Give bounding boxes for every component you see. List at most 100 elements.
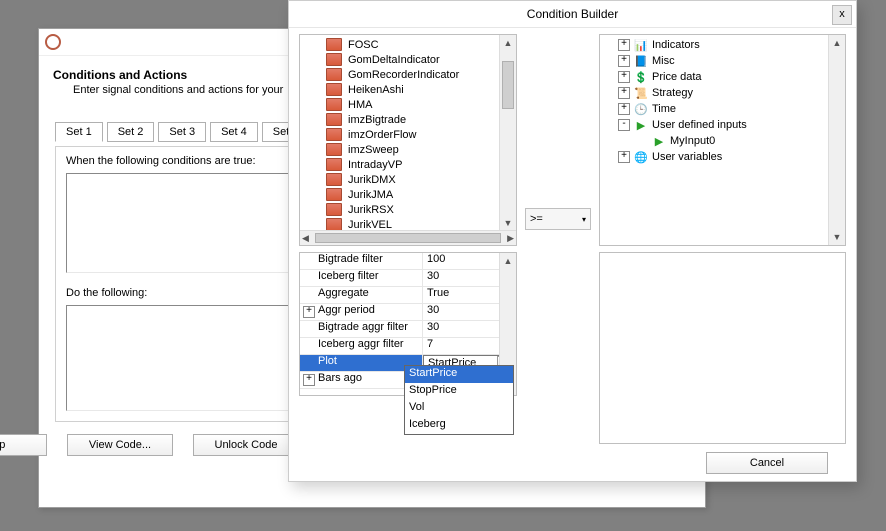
help-button[interactable]: Help [0,434,47,456]
indicator-item[interactable]: FOSC [300,37,516,52]
tree-item[interactable]: +🌐User variables [600,149,845,165]
plot-option[interactable]: StartPrice [405,366,513,383]
expander-icon[interactable]: + [303,306,315,318]
property-row[interactable]: +Aggr period30 [300,304,516,321]
plot-option[interactable]: Vol [405,400,513,417]
tree-item[interactable]: -▶User defined inputs [600,117,845,133]
tab-set2[interactable]: Set 2 [107,122,155,142]
indicator-item[interactable]: HMA [300,97,516,112]
cb-titlebar: Condition Builder x [289,1,856,28]
indicator-icon [326,143,342,156]
scroll-down-icon[interactable]: ▼ [829,229,845,245]
indicator-item[interactable]: imzSweep [300,142,516,157]
tree-item[interactable]: +📊Indicators [600,37,845,53]
scroll-up-icon[interactable]: ▲ [829,35,845,51]
tree-node-label: Time [652,103,676,115]
plot-option[interactable]: StopPrice [405,383,513,400]
indicator-icon [326,128,342,141]
indicator-icon [326,113,342,126]
property-row[interactable]: Iceberg filter30 [300,270,516,287]
expander-icon[interactable]: + [303,374,315,386]
indicator-icon [326,68,342,81]
plot-dropdown-popup: StartPriceStopPriceVolIceberg [404,365,514,435]
operator-value: >= [530,213,543,225]
expand-icon[interactable]: + [618,151,630,163]
scroll-left-icon[interactable]: ◀ [302,233,309,244]
chevron-down-icon: ▾ [582,215,586,224]
description-panel [599,252,846,444]
indicator-item[interactable]: JurikRSX [300,202,516,217]
close-button[interactable]: x [832,5,852,25]
indicator-item[interactable]: IntradayVP [300,157,516,172]
condition-builder-window: Condition Builder x FOSC GomDeltaIndicato… [288,0,857,482]
property-row[interactable]: Bigtrade filter100 [300,253,516,270]
indicator-item[interactable]: GomDeltaIndicator [300,52,516,67]
view-code-button[interactable]: View Code... [67,434,173,456]
tree-item[interactable]: + 📜 Strategy [600,85,845,101]
plot-option[interactable]: Iceberg [405,417,513,434]
property-name: Bigtrade filter [300,253,423,269]
scroll-right-icon[interactable]: ▶ [507,233,514,244]
tree-item[interactable]: ▶MyInput0 [600,133,845,149]
expand-icon[interactable]: + [618,39,630,51]
property-name: Aggregate [300,287,423,303]
indicator-icon [326,83,342,96]
tree-node-icon: 📜 [634,86,648,100]
indicator-item[interactable]: JurikDMX [300,172,516,187]
indicator-item[interactable]: HeikenAshi [300,82,516,97]
scroll-thumb[interactable] [502,61,514,109]
collapse-icon[interactable]: - [618,119,630,131]
indicator-icon [326,158,342,171]
indicator-item[interactable]: imzOrderFlow [300,127,516,142]
indicator-label: JurikVEL [348,219,392,231]
tree-node-icon: 📘 [634,54,648,68]
hscroll-thumb[interactable] [315,233,501,243]
indicator-label: JurikDMX [348,174,396,186]
property-row[interactable]: AggregateTrue [300,287,516,304]
property-name: Bigtrade aggr filter [300,321,423,337]
tree-scrollbar[interactable]: ▲ ▼ [828,35,845,245]
indicator-list[interactable]: FOSC GomDeltaIndicator GomRecorderIndicato… [299,34,517,246]
indicator-item[interactable]: JurikJMA [300,187,516,202]
value-tree[interactable]: +📊Indicators+📘Misc+💲Price data+📜Strategy… [599,34,846,246]
tree-node-label: Price data [652,71,702,83]
tab-set3[interactable]: Set 3 [158,122,206,142]
indicator-item[interactable]: imzBigtrade [300,112,516,127]
scroll-down-icon[interactable]: ▼ [500,215,516,231]
tree-node-icon: 🕒 [634,102,648,116]
indicator-label: JurikJMA [348,189,393,201]
indicator-icon [326,203,342,216]
tree-item[interactable]: + 🕒 Time [600,101,845,117]
property-row[interactable]: Iceberg aggr filter7 [300,338,516,355]
scroll-up-icon[interactable]: ▲ [500,35,516,51]
expand-icon[interactable]: + [618,87,630,99]
indicator-item[interactable]: GomRecorderIndicator [300,67,516,82]
indicator-label: imzSweep [348,144,399,156]
indicator-icon [326,53,342,66]
expand-icon[interactable]: + [618,71,630,83]
property-row[interactable]: Bigtrade aggr filter30 [300,321,516,338]
tree-item[interactable]: +💲Price data [600,69,845,85]
tab-set1[interactable]: Set 1 [55,122,103,142]
property-grid[interactable]: Bigtrade filter100Iceberg filter30Aggreg… [299,252,517,396]
cb-cancel-button[interactable]: Cancel [706,452,828,474]
tree-node-label: Strategy [652,87,693,99]
indicator-label: IntradayVP [348,159,402,171]
indicator-label: JurikRSX [348,204,394,216]
unlock-code-button[interactable]: Unlock Code [193,434,299,456]
tree-node-label: Indicators [652,39,700,51]
scroll-up-icon[interactable]: ▲ [500,253,516,269]
operator-select[interactable]: >= ▾ [525,208,591,230]
indicator-icon [326,173,342,186]
indicator-label: GomDeltaIndicator [348,54,440,66]
property-name: Iceberg aggr filter [300,338,423,354]
expand-icon[interactable]: + [618,103,630,115]
property-name: +Aggr period [300,304,423,320]
indicator-label: imzBigtrade [348,114,406,126]
vertical-scrollbar[interactable]: ▲ ▼ [499,35,516,231]
tree-item[interactable]: +📘Misc [600,53,845,69]
tab-set4[interactable]: Set 4 [210,122,258,142]
indicator-label: GomRecorderIndicator [348,69,459,81]
expand-icon[interactable]: + [618,55,630,67]
horizontal-scrollbar[interactable]: ◀ ▶ [300,230,516,245]
